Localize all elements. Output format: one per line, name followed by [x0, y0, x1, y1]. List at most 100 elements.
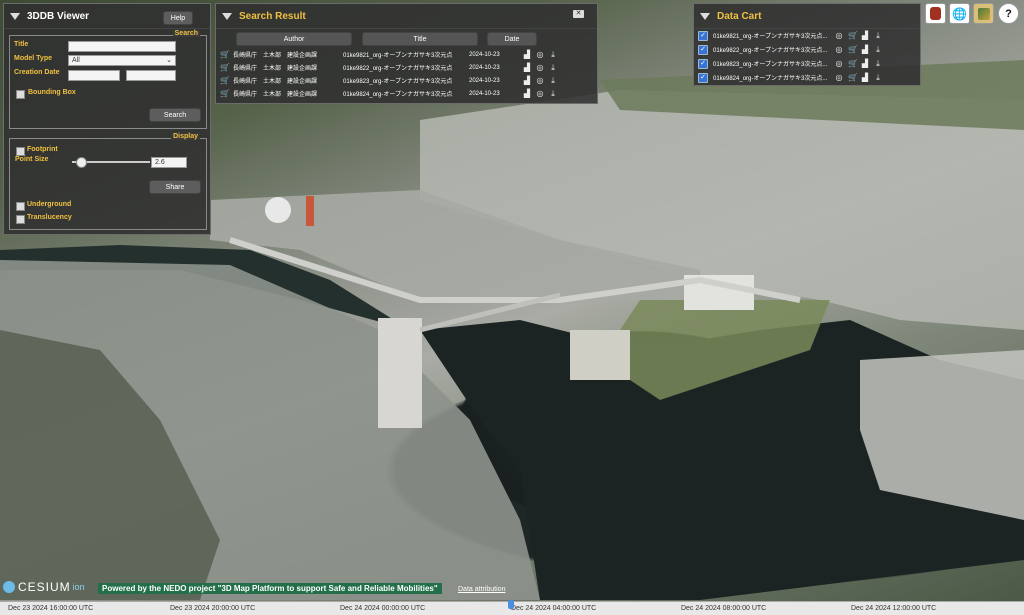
globe-icon[interactable]: ◎ — [835, 45, 843, 54]
badge-icon[interactable] — [925, 3, 946, 24]
download-icon[interactable]: ⤓ — [874, 73, 882, 82]
chart-icon[interactable]: ▟ — [861, 73, 869, 82]
download-icon[interactable]: ⤓ — [549, 76, 557, 85]
chart-icon[interactable]: ▟ — [523, 76, 531, 85]
title-input[interactable] — [68, 41, 176, 52]
globe-icon[interactable]: ◎ — [536, 76, 544, 85]
point-size-label: Point Size — [15, 156, 49, 163]
creation-date-to[interactable] — [126, 70, 176, 81]
globe-icon[interactable]: ◎ — [835, 31, 843, 40]
cart-add-icon[interactable]: 🛒 — [220, 63, 230, 72]
chart-icon[interactable]: ▟ — [861, 45, 869, 54]
row-date: 2024-10-23 — [469, 77, 500, 84]
chart-icon[interactable]: ▟ — [523, 63, 531, 72]
share-button[interactable]: Share — [149, 180, 201, 194]
data-attribution-link[interactable]: Data attribution — [458, 586, 505, 593]
column-date[interactable]: Date — [487, 32, 537, 46]
cart-item-checkbox[interactable]: ✓ — [698, 72, 708, 83]
download-icon[interactable]: ⤓ — [874, 31, 882, 40]
underground-checkbox[interactable] — [16, 202, 25, 211]
cart-item[interactable]: ✓ 01ke9822_org-オープンナガサキ3次元点... ◎ 🛒 ▟ ⤓ — [698, 43, 916, 56]
cart-add-icon[interactable]: 🛒 — [220, 76, 230, 85]
table-row[interactable]: 🛒 長崎県庁 土木部 建設企画課 01ke9822_org-オープンナガサキ3次… — [220, 61, 593, 74]
cart-item-label: 01ke9821_org-オープンナガサキ3次元点... — [713, 34, 828, 40]
row-author: 長崎県庁 土木部 建設企画課 — [233, 66, 318, 72]
cart-item-checkbox[interactable]: ✓ — [698, 30, 708, 41]
globe-icon[interactable]: ◎ — [835, 59, 843, 68]
globe-icon[interactable]: ◎ — [536, 89, 544, 98]
data-cart-panel: Data Cart ✓ 01ke9821_org-オープンナガサキ3次元点...… — [693, 3, 921, 86]
chart-icon[interactable]: ▟ — [523, 89, 531, 98]
row-author: 長崎県庁 土木部 建設企画課 — [233, 53, 318, 59]
row-date: 2024-10-23 — [469, 64, 500, 71]
column-author[interactable]: Author — [236, 32, 352, 46]
help-icon[interactable]: ? — [998, 3, 1019, 24]
search-result-header[interactable]: Search Result — [216, 4, 597, 29]
globe-icon[interactable]: ◎ — [536, 50, 544, 59]
chart-icon[interactable]: ▟ — [861, 59, 869, 68]
help-button[interactable]: Help — [163, 11, 193, 25]
chart-icon[interactable]: ▟ — [861, 31, 869, 40]
download-icon[interactable]: ⤓ — [549, 50, 557, 59]
cart-remove-icon[interactable]: 🛒 — [848, 73, 858, 82]
table-row[interactable]: 🛒 長崎県庁 土木部 建設企画課 01ke9824_org-オープンナガサキ3次… — [220, 87, 593, 100]
timeline-tick: Dec 24 2024 12:00:00 UTC — [851, 605, 937, 612]
table-row[interactable]: 🛒 長崎県庁 土木部 建設企画課 01ke9821_org-オープンナガサキ3次… — [220, 48, 593, 61]
table-row[interactable]: 🛒 長崎県庁 土木部 建設企画課 01ke9823_org-オープンナガサキ3次… — [220, 74, 593, 87]
globe-icon[interactable]: ◎ — [536, 63, 544, 72]
cart-item[interactable]: ✓ 01ke9821_org-オープンナガサキ3次元点... ◎ 🛒 ▟ ⤓ — [698, 29, 916, 42]
cart-remove-icon[interactable]: 🛒 — [848, 31, 858, 40]
model-type-select[interactable]: All ⌄ — [68, 55, 176, 66]
timeline-marker[interactable] — [508, 600, 514, 609]
column-title[interactable]: Title — [362, 32, 478, 46]
globe-icon[interactable]: 🌐 — [949, 3, 970, 24]
cart-remove-icon[interactable]: 🛒 — [848, 45, 858, 54]
collapse-icon[interactable] — [700, 12, 710, 20]
cart-item-label: 01ke9823_org-オープンナガサキ3次元点... — [713, 62, 828, 68]
search-button[interactable]: Search — [149, 108, 201, 122]
bounding-box-checkbox[interactable] — [16, 90, 25, 99]
chart-icon[interactable]: ▟ — [523, 50, 531, 59]
row-title: 01ke9821_org-オープンナガサキ3次元点 — [343, 53, 453, 59]
point-size-slider-thumb[interactable] — [75, 157, 87, 168]
close-icon[interactable]: ✕ — [573, 10, 584, 18]
timeline[interactable]: Dec 23 2024 16:00:00 UTC Dec 23 2024 20:… — [0, 600, 1024, 615]
cart-add-icon[interactable]: 🛒 — [220, 89, 230, 98]
underground-label: Underground — [27, 201, 72, 208]
download-icon[interactable]: ⤓ — [874, 45, 882, 54]
display-group-title: Display — [171, 133, 200, 140]
download-icon[interactable]: ⤓ — [874, 59, 882, 68]
cart-add-icon[interactable]: 🛒 — [220, 50, 230, 59]
timeline-tick: Dec 24 2024 08:00:00 UTC — [681, 605, 767, 612]
point-size-input[interactable]: 2.6 — [151, 157, 187, 168]
creation-date-label: Creation Date — [14, 69, 60, 76]
collapse-icon[interactable] — [222, 12, 232, 20]
cart-item-checkbox[interactable]: ✓ — [698, 44, 708, 55]
download-icon[interactable]: ⤓ — [549, 63, 557, 72]
search-result-panel: Search Result ✕ Author Title Date 🛒 長崎県庁… — [215, 3, 598, 104]
cesium-logo[interactable]: CESIUM ion — [3, 580, 85, 594]
timeline-tick: Dec 23 2024 20:00:00 UTC — [170, 605, 256, 612]
download-icon[interactable]: ⤓ — [549, 89, 557, 98]
cart-remove-icon[interactable]: 🛒 — [848, 59, 858, 68]
cart-item-checkbox[interactable]: ✓ — [698, 58, 708, 69]
footprint-checkbox[interactable] — [16, 147, 25, 156]
row-author: 長崎県庁 土木部 建設企画課 — [233, 92, 318, 98]
row-title: 01ke9822_org-オープンナガサキ3次元点 — [343, 66, 453, 72]
title-label: Title — [14, 41, 29, 48]
translucency-checkbox[interactable] — [16, 215, 25, 224]
timeline-tick: Dec 24 2024 04:00:00 UTC — [511, 605, 597, 612]
row-title: 01ke9823_org-オープンナガサキ3次元点 — [343, 79, 453, 85]
creation-date-from[interactable] — [68, 70, 120, 81]
globe-icon[interactable]: ◎ — [835, 73, 843, 82]
cart-item[interactable]: ✓ 01ke9824_org-オープンナガサキ3次元点... ◎ 🛒 ▟ ⤓ — [698, 71, 916, 84]
collapse-icon[interactable] — [10, 12, 20, 20]
cesium-brand: CESIUM — [18, 580, 71, 594]
point-size-slider[interactable] — [72, 157, 150, 168]
data-cart-header[interactable]: Data Cart — [694, 4, 920, 29]
cesium-ion: ion — [72, 582, 85, 592]
cart-item[interactable]: ✓ 01ke9823_org-オープンナガサキ3次元点... ◎ 🛒 ▟ ⤓ — [698, 57, 916, 70]
map-layers-icon[interactable] — [973, 3, 994, 24]
timeline-tick: Dec 24 2024 00:00:00 UTC — [340, 605, 426, 612]
viewer-panel: 3DDB Viewer Help Search Title Model Type… — [3, 3, 211, 235]
